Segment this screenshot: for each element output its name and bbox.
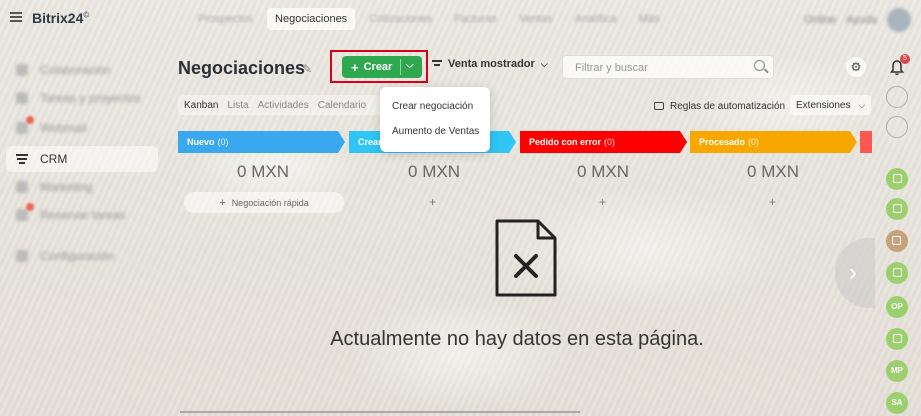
funnel-icon [432,60,442,68]
tab-actividades[interactable]: Actividades [258,100,309,111]
sidebar-item-crm[interactable]: CRM [6,146,158,172]
robot-icon [654,102,664,110]
stage-sum: 0 MXN [577,162,629,181]
tab-facturas[interactable]: Facturas [446,8,505,30]
create-dropdown-menu: Crear negociación Aumento de Ventas [380,87,490,152]
horizontal-scrollbar[interactable] [180,411,580,413]
chip-sa[interactable]: SA [886,392,908,414]
stage-arrow [338,131,345,153]
calendar-app-icon[interactable] [886,262,908,284]
chevron-down-icon[interactable]: ⌵ [406,60,414,71]
extensions-button[interactable]: Extensiones ⌵ [790,95,872,115]
chip-mp[interactable]: MP [886,360,908,382]
search-input[interactable]: Filtrar y buscar [562,55,774,79]
tab-analitica[interactable]: Analítica [567,8,625,30]
pin-icon[interactable]: ✎ [302,62,312,76]
button-divider [400,59,401,75]
plus-icon: + [219,196,226,209]
tab-ventas[interactable]: Ventas [511,8,561,30]
calendar-icon [16,209,28,221]
tab-mas[interactable]: Más [631,8,668,30]
stage-header-procesado[interactable]: Procesado (0) [690,131,850,153]
tasks-icon [16,92,28,104]
settings-icon [16,250,28,262]
page-title: Negociaciones [178,58,306,78]
task-app-icon[interactable] [886,168,908,190]
tab-cotizaciones[interactable]: Cotizaciones [361,8,440,30]
tab-lista[interactable]: Lista [227,100,248,111]
stage-header-pedido-con-error[interactable]: Pedido con error (0) [520,131,680,153]
plus-icon: + [351,59,359,75]
chip-op[interactable]: OP [886,296,908,318]
add-deal-button[interactable]: + [429,195,436,209]
help-text[interactable]: Ayuda [846,14,877,26]
top-bar: Bitrix24© Prospectos Negociaciones Cotiz… [0,0,921,38]
status-text[interactable]: Online [804,14,836,26]
add-deal-button[interactable]: + [769,195,776,209]
stage-sum: 0 MXN [237,162,289,181]
create-button[interactable]: + Crear ⌵ [342,56,422,78]
sidebar-item-marketing[interactable]: Marketing [6,174,158,200]
menu-item-crear-negociacion[interactable]: Crear negociación [392,101,473,112]
top-right-area: Online Ayuda [804,8,911,32]
quick-deal-button[interactable]: + Negociación rápida [184,192,344,213]
chevron-down-icon: ⌵ [858,99,866,110]
stage-sum: 0 MXN [408,162,460,181]
notification-badge: 5 [900,54,910,64]
pipeline-selector[interactable]: Venta mostrador ⌵ [432,58,548,70]
tab-negociaciones[interactable]: Negociaciones [267,8,356,30]
tab-prospectos[interactable]: Prospectos [190,8,261,30]
copilot-icon[interactable] [886,86,908,108]
left-sidebar: Colaboración Tareas y proyectos Webmail … [0,40,160,416]
right-rail: 5 OP MP SA [880,40,921,416]
chevron-down-icon: ⌵ [540,58,548,69]
empty-file-icon [495,219,557,297]
add-deal-button[interactable]: + [599,195,606,209]
stage-header-next[interactable] [860,131,872,153]
gear-icon[interactable]: ⚙ [846,57,866,77]
mail-icon [16,122,28,134]
marketing-icon [16,181,28,193]
main-panel: Negociaciones ✎ + Crear ⌵ Venta mostrado… [162,40,872,416]
top-nav: Prospectos Negociaciones Cotizaciones Fa… [190,8,668,30]
tab-kanban[interactable]: Kanban [184,100,218,111]
doc-app-icon[interactable] [886,230,908,252]
crm-filter-icon [16,154,28,164]
stage-arrow [680,131,687,153]
chat-icon[interactable] [886,116,908,138]
automation-rules-button[interactable]: Reglas de automatización [654,96,785,116]
logo[interactable]: Bitrix24© [32,10,89,26]
sidebar-item-configuracion[interactable]: Configuración [6,243,158,269]
tab-calendario[interactable]: Calendario [318,100,366,111]
stage-arrow [850,131,857,153]
user-avatar[interactable] [887,8,911,32]
stage-header-nuevo[interactable]: Nuevo (0) [178,131,338,153]
menu-icon[interactable] [10,12,22,22]
notification-dot [26,116,34,124]
task-app-icon[interactable] [886,198,908,220]
bookmark-icon[interactable] [886,328,908,350]
search-placeholder: Filtrar y buscar [575,62,648,74]
empty-state-message: Actualmente no hay datos en esta página. [330,328,704,350]
chat-icon [16,64,28,76]
menu-item-aumento-ventas[interactable]: Aumento de Ventas [392,126,479,137]
sidebar-item-colaboracion[interactable]: Colaboración [6,57,158,83]
search-icon[interactable] [754,60,765,71]
sidebar-item-tareas[interactable]: Tareas y proyectos [6,85,158,111]
stage-arrow [509,131,516,153]
stage-sum: 0 MXN [747,162,799,181]
notification-dot [26,203,34,211]
